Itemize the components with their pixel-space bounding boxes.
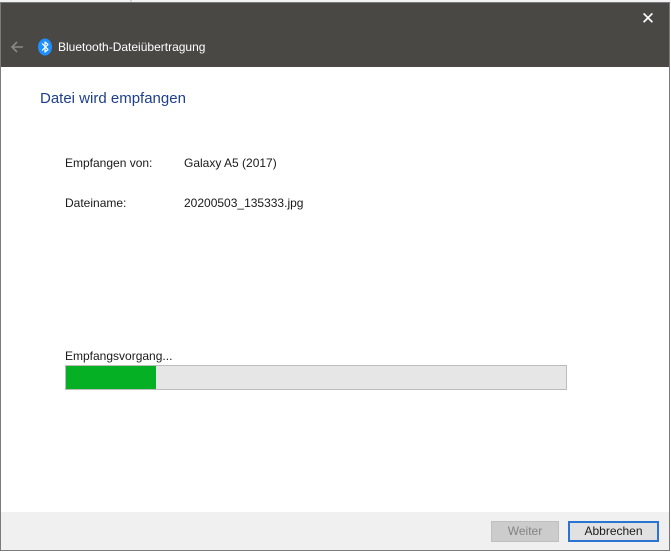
close-button[interactable]: ✕ [633,7,663,31]
filename-value: 20200503_135333.jpg [184,196,304,210]
cancel-button[interactable]: Abbrechen [568,521,659,542]
button-bar: Weiter Abbrechen [1,512,669,550]
next-button[interactable]: Weiter [491,521,559,542]
title-bar: ✕ Bluetooth-Dateiübertragung [1,3,669,67]
bluetooth-transfer-dialog: ✕ Bluetooth-Dateiübertragung Datei wird … [0,2,670,551]
progress-bar [65,365,567,390]
progress-fill [66,366,156,389]
window-title: Bluetooth-Dateiübertragung [58,40,206,54]
sender-value: Galaxy A5 (2017) [184,156,277,170]
back-arrow-icon [10,41,23,53]
close-icon: ✕ [640,9,656,28]
filename-label: Dateiname: [65,196,127,210]
back-button[interactable] [7,37,27,57]
bluetooth-icon [38,38,52,56]
sender-label: Empfangen von: [65,156,153,170]
page-title: Datei wird empfangen [40,90,186,107]
progress-label: Empfangsvorgang... [65,349,173,363]
